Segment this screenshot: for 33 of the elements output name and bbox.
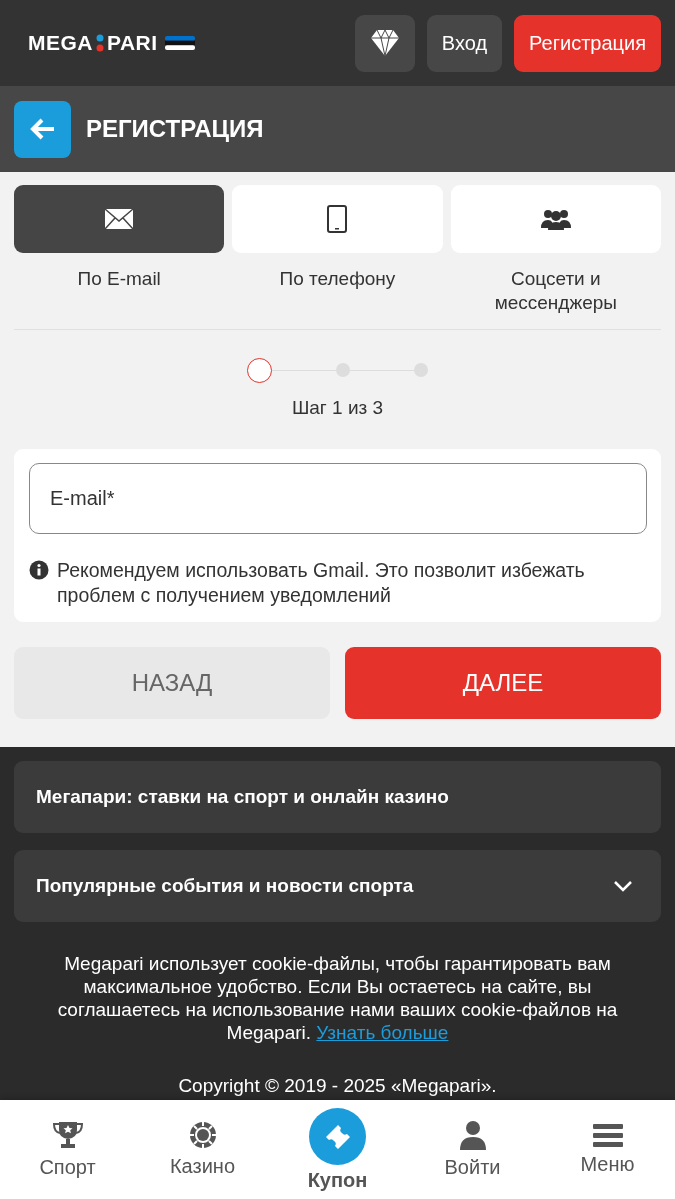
- arrow-left-icon: [29, 118, 56, 140]
- info-icon: [29, 559, 49, 580]
- login-button[interactable]: Вход: [426, 14, 503, 72]
- diamond-icon: [369, 29, 400, 57]
- page-title: РЕГИСТРАЦИЯ: [86, 115, 264, 143]
- back-button[interactable]: НАЗАД: [14, 647, 330, 720]
- footer-section[interactable]: Популярные события и новости спорта: [14, 850, 661, 923]
- logo[interactable]: MEGA PARI: [28, 31, 195, 55]
- nav-item[interactable]: Спорт: [0, 1100, 135, 1199]
- diamond-button[interactable]: [354, 14, 415, 72]
- menu-icon: [592, 1122, 623, 1147]
- next-button[interactable]: ДАЛЕЕ: [345, 647, 661, 720]
- phone-icon: [327, 205, 348, 233]
- footer-section[interactable]: Мегапари: ставки на спорт и онлайн казино: [14, 761, 661, 834]
- nav-item[interactable]: Войти: [405, 1100, 540, 1199]
- nav-item[interactable]: Купон: [270, 1100, 405, 1199]
- envelope-icon: [104, 208, 135, 230]
- people-icon: [540, 208, 571, 230]
- trophy-icon: [52, 1119, 83, 1150]
- person-icon: [458, 1119, 487, 1150]
- cookie-notice: Megapari использует cookie-файлы, чтобы гарантировать вам максимальное удобство. Если Вы остаетесь на сайте, вы соглашаетесь на использование нами ваших cookie-файлов на Megapari. Узнать больше: [56, 953, 619, 1045]
- copyright: Copyright © 2019 - 2025 «Megapari».: [177, 1075, 498, 1098]
- nav-item[interactable]: Казино: [135, 1100, 270, 1199]
- chevron-icon: [613, 880, 633, 893]
- step-label: Шаг 1 из 3: [290, 396, 385, 419]
- learn-more-link[interactable]: Узнать больше: [316, 1021, 449, 1043]
- hint-text: Рекомендуем использовать Gmail. Это позволит избежать проблем с получением уведомлений: [57, 557, 586, 608]
- coupon-icon: [309, 1108, 366, 1165]
- nav-item[interactable]: Меню: [540, 1100, 675, 1199]
- back-arrow-button[interactable]: [14, 100, 71, 158]
- chip-icon: [188, 1120, 217, 1149]
- register-button[interactable]: Регистрация: [514, 14, 661, 72]
- email-field[interactable]: E-mail*: [29, 462, 647, 534]
